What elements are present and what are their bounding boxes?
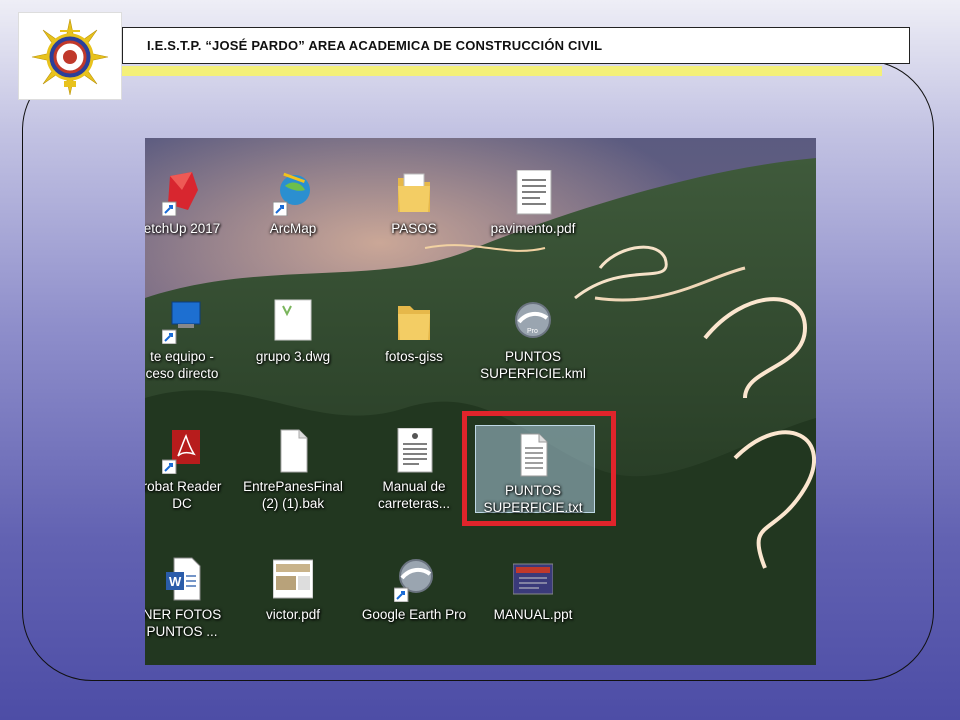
page-title: I.E.S.T.P. “JOSÉ PARDO” AREA ACADEMICA D… xyxy=(122,27,910,64)
icon-label: fotos-giss xyxy=(385,349,443,364)
icon-label: pavimento.pdf xyxy=(490,221,576,236)
icon-label-line1: robat Reader xyxy=(145,479,222,494)
pdf-thumbnail-icon xyxy=(272,556,314,602)
title-underline-stripe xyxy=(122,66,882,76)
icon-label: MANUAL.ppt xyxy=(493,607,573,622)
desktop-icon-puntos-kml[interactable]: Pro PUNTOS SUPERFICIE.kml xyxy=(478,298,588,382)
folder-icon xyxy=(394,298,434,344)
dwg-file-icon xyxy=(273,298,313,344)
svg-text:W: W xyxy=(169,574,182,589)
icon-label-line1: EntrePanesFinal xyxy=(243,479,343,494)
icon-label-line2: PUNTOS ... xyxy=(146,624,218,639)
desktop-icon-entrepanesfinal-bak[interactable]: EntrePanesFinal (2) (1).bak xyxy=(238,428,348,512)
desktop-icon-manual-ppt[interactable]: MANUAL.ppt xyxy=(478,556,588,623)
desktop-icon-google-earth-pro[interactable]: Google Earth Pro xyxy=(359,556,469,623)
google-earth-pro-file-icon: Pro xyxy=(513,298,553,344)
icon-label: Google Earth Pro xyxy=(361,607,467,622)
icon-label: PASOS xyxy=(391,221,437,236)
icon-label: victor.pdf xyxy=(265,607,321,622)
document-icon xyxy=(394,427,434,474)
highlight-red-box xyxy=(462,411,616,526)
powerpoint-icon xyxy=(512,556,554,602)
blank-file-icon xyxy=(273,428,313,474)
icon-label-line1: Manual de xyxy=(382,479,446,494)
desktop-icon-grupo3-dwg[interactable]: grupo 3.dwg xyxy=(238,298,348,365)
icon-label-line2: SUPERFICIE.kml xyxy=(480,366,586,381)
icon-label-line1: NER FOTOS xyxy=(145,607,222,622)
desktop-icon-pavimento-pdf[interactable]: pavimento.pdf xyxy=(478,169,588,237)
word-document-icon: W xyxy=(162,556,202,602)
icon-label-line1: te equipo - xyxy=(150,349,214,364)
desktop-icon-victor-pdf[interactable]: victor.pdf xyxy=(238,556,348,623)
institution-logo xyxy=(19,13,121,99)
acrobat-reader-icon xyxy=(161,428,202,475)
desktop-screenshot: etchUp 2017 ArcMap PASOS pavimento.pdf t… xyxy=(145,138,816,665)
icon-label-line2: (2) (1).bak xyxy=(261,496,325,511)
desktop-icon-pasos[interactable]: PASOS xyxy=(359,170,469,237)
icon-label-line2: DC xyxy=(172,496,192,511)
pdf-document-icon xyxy=(513,169,553,216)
icon-label: etchUp 2017 xyxy=(145,221,221,236)
icon-label-line2: ceso directo xyxy=(145,366,219,381)
arcmap-icon xyxy=(272,170,313,217)
icon-label-line1: PUNTOS xyxy=(504,349,561,364)
desktop-icon-sketchup[interactable]: etchUp 2017 xyxy=(145,170,237,237)
icon-label: ArcMap xyxy=(269,221,317,236)
desktop-icon-acrobat-reader[interactable]: robat Reader DC xyxy=(145,428,237,512)
sketchup-icon xyxy=(161,170,202,217)
page-title-text: I.E.S.T.P. “JOSÉ PARDO” AREA ACADEMICA D… xyxy=(147,38,603,53)
google-earth-icon xyxy=(393,556,434,603)
icon-label: grupo 3.dwg xyxy=(255,349,331,364)
svg-text:Pro: Pro xyxy=(527,328,538,335)
desktop-icon-fotos-giss[interactable]: fotos-giss xyxy=(359,298,469,365)
desktop-icon-manual-carreteras[interactable]: Manual de carreteras... xyxy=(359,427,469,512)
desktop-icon-this-pc[interactable]: te equipo - ceso directo xyxy=(145,298,237,382)
desktop-icon-arcmap[interactable]: ArcMap xyxy=(238,170,348,237)
icon-label-line2: carreteras... xyxy=(377,496,451,511)
folder-icon xyxy=(394,170,434,216)
computer-icon xyxy=(161,298,202,345)
desktop-icon-word-doc[interactable]: W NER FOTOS PUNTOS ... xyxy=(145,556,237,640)
